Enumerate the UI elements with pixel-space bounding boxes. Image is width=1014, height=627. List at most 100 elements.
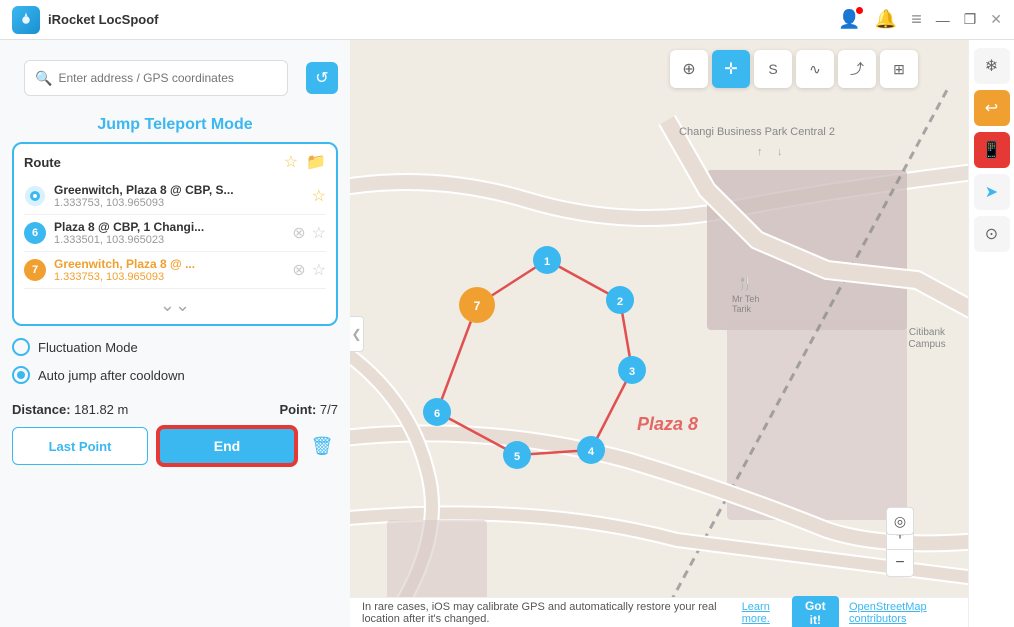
route-item-coords: 1.333501, 103.965023 xyxy=(54,234,292,246)
move-mode-button[interactable]: ✛ xyxy=(712,50,750,88)
minimize-button[interactable]: — xyxy=(936,12,950,28)
svg-text:4: 4 xyxy=(588,446,595,458)
search-icon: 🔍 xyxy=(35,70,52,87)
app-title: iRocket LocSpoof xyxy=(48,12,838,27)
freeze-button[interactable]: ❄ xyxy=(974,48,1010,84)
auto-jump-radio[interactable] xyxy=(12,366,30,384)
navigate-button[interactable]: ➤ xyxy=(974,174,1010,210)
route-item-name: Greenwitch, Plaza 8 @ ... xyxy=(54,257,292,271)
route-folder-icon[interactable]: 📁 xyxy=(306,152,326,172)
more-button[interactable]: ⊞ xyxy=(880,50,918,88)
route-item-name: Plaza 8 @ CBP, 1 Changi... xyxy=(54,220,292,234)
return-button[interactable]: ↩ xyxy=(974,90,1010,126)
route-item-text: Greenwitch, Plaza 8 @ CBP, S... 1.333753… xyxy=(54,183,312,209)
route-item-name: Greenwitch, Plaza 8 @ CBP, S... xyxy=(54,183,312,197)
auto-jump-label: Auto jump after cooldown xyxy=(38,368,185,383)
svg-text:Campus: Campus xyxy=(908,339,945,350)
route-point-7: 7 xyxy=(24,259,46,281)
svg-text:↑: ↑ xyxy=(757,146,763,158)
window-controls: 👤 🔔 ≡ — ❐ ✕ xyxy=(838,9,1002,30)
delete-button[interactable]: 🗑 xyxy=(306,430,338,462)
close-button[interactable]: ✕ xyxy=(990,11,1002,28)
bottom-message: In rare cases, iOS may calibrate GPS and… xyxy=(362,601,738,625)
refresh-icon: ↺ xyxy=(315,68,328,88)
point-label: Point: xyxy=(279,402,319,417)
route-expand-button[interactable]: ⌄⌄ xyxy=(24,295,326,316)
main-container: 🔍 ↺ Jump Teleport Mode Route ☆ 📁 xyxy=(0,40,1014,627)
menu-icon[interactable]: ≡ xyxy=(911,9,922,30)
gps-icon: ⊕ xyxy=(682,59,695,79)
fluctuation-label: Fluctuation Mode xyxy=(38,340,138,355)
vr-button[interactable]: ⊙ xyxy=(974,216,1010,252)
refresh-button[interactable]: ↺ xyxy=(306,62,338,94)
last-point-button[interactable]: Last Point xyxy=(12,427,148,465)
route-icon: S xyxy=(768,61,777,77)
teleport-button[interactable]: ⤴ xyxy=(838,50,876,88)
profile-icon[interactable]: 👤 xyxy=(838,9,860,30)
map-area[interactable]: Plaza 8 Changi Business Park Central 2 C… xyxy=(350,40,968,627)
search-input[interactable] xyxy=(58,71,277,85)
route-item: Greenwitch, Plaza 8 @ CBP, S... 1.333753… xyxy=(24,178,326,215)
route-item-actions: ⊗ ☆ xyxy=(292,260,326,280)
route-item-text: Greenwitch, Plaza 8 @ ... 1.333753, 103.… xyxy=(54,257,292,283)
route-item-actions: ⊗ ☆ xyxy=(292,223,326,243)
route-item-coords: 1.333753, 103.965093 xyxy=(54,197,312,209)
route-point-6: 6 xyxy=(24,222,46,244)
return-icon: ↩ xyxy=(985,98,998,118)
route-item-close-icon[interactable]: ⊗ xyxy=(292,260,305,280)
expand-icon: ⌄⌄ xyxy=(160,295,190,315)
svg-text:Changi Business Park Central 2: Changi Business Park Central 2 xyxy=(679,126,835,138)
route-item-text: Plaza 8 @ CBP, 1 Changi... 1.333501, 103… xyxy=(54,220,292,246)
route-card: Route ☆ 📁 Greenwitch, Plaza 8 @ CBP, S..… xyxy=(12,142,338,326)
stats-bar: Distance: 181.82 m Point: 7/7 xyxy=(0,394,350,417)
panel-collapse-handle[interactable]: ❮ xyxy=(350,316,364,352)
left-panel: 🔍 ↺ Jump Teleport Mode Route ☆ 📁 xyxy=(0,40,350,627)
end-button[interactable]: End xyxy=(158,427,296,465)
move-icon: ✛ xyxy=(724,59,737,79)
mode-title: Jump Teleport Mode xyxy=(0,116,350,134)
app-logo xyxy=(12,6,40,34)
svg-text:3: 3 xyxy=(629,366,635,378)
route-item: 6 Plaza 8 @ CBP, 1 Changi... 1.333501, 1… xyxy=(24,215,326,252)
map-top-toolbar: ⊕ ✛ S ∿ ⤴ ⊞ xyxy=(670,50,918,88)
device-button[interactable]: 📱 xyxy=(974,132,1010,168)
snowflake-icon: ❄ xyxy=(985,56,998,76)
map-svg: Plaza 8 Changi Business Park Central 2 C… xyxy=(350,40,968,627)
fluctuation-mode-option[interactable]: Fluctuation Mode xyxy=(12,338,338,356)
route-header: Route ☆ 📁 xyxy=(24,152,326,172)
svg-text:7: 7 xyxy=(474,299,481,313)
route-item-actions: ☆ xyxy=(312,186,326,206)
vr-icon: ⊙ xyxy=(985,224,998,244)
route-mode-button[interactable]: S xyxy=(754,50,792,88)
auto-jump-option[interactable]: Auto jump after cooldown xyxy=(12,366,338,384)
maximize-button[interactable]: ❐ xyxy=(964,11,977,28)
teleport-icon: ⤴ xyxy=(850,59,864,79)
zoom-out-button[interactable]: − xyxy=(886,549,914,577)
multi-stop-button[interactable]: ∿ xyxy=(796,50,834,88)
distance-label: Distance: xyxy=(12,402,74,417)
svg-text:1: 1 xyxy=(544,256,550,268)
learn-more-link[interactable]: Learn more. xyxy=(742,601,788,625)
gps-lock-button[interactable]: ⊕ xyxy=(670,50,708,88)
route-star-icon[interactable]: ☆ xyxy=(284,152,298,172)
svg-text:Tarik: Tarik xyxy=(732,304,752,314)
my-location-button[interactable]: ◎ xyxy=(886,507,914,535)
route-item-star-icon[interactable]: ☆ xyxy=(312,186,326,206)
got-it-button[interactable]: Got it! xyxy=(792,596,839,627)
route-header-icons: ☆ 📁 xyxy=(284,152,326,172)
route-item-close-icon[interactable]: ⊗ xyxy=(292,223,305,243)
notification-icon[interactable]: 🔔 xyxy=(875,9,897,30)
titlebar: iRocket LocSpoof 👤 🔔 ≡ — ❐ ✕ xyxy=(0,0,1014,40)
route-item-star-icon[interactable]: ☆ xyxy=(312,223,326,243)
svg-text:Plaza 8: Plaza 8 xyxy=(637,414,698,434)
svg-text:Mr Teh: Mr Teh xyxy=(732,294,759,304)
fluctuation-radio[interactable] xyxy=(12,338,30,356)
more-icon: ⊞ xyxy=(893,61,905,78)
point-stat: Point: 7/7 xyxy=(279,402,338,417)
svg-text:🍴: 🍴 xyxy=(737,276,753,292)
options-section: Fluctuation Mode Auto jump after cooldow… xyxy=(12,338,338,394)
route-item-star-icon[interactable]: ☆ xyxy=(312,260,326,280)
svg-text:6: 6 xyxy=(434,408,440,420)
svg-text:Citibank: Citibank xyxy=(909,327,946,338)
osm-link[interactable]: OpenStreetMap contributors xyxy=(849,601,927,625)
